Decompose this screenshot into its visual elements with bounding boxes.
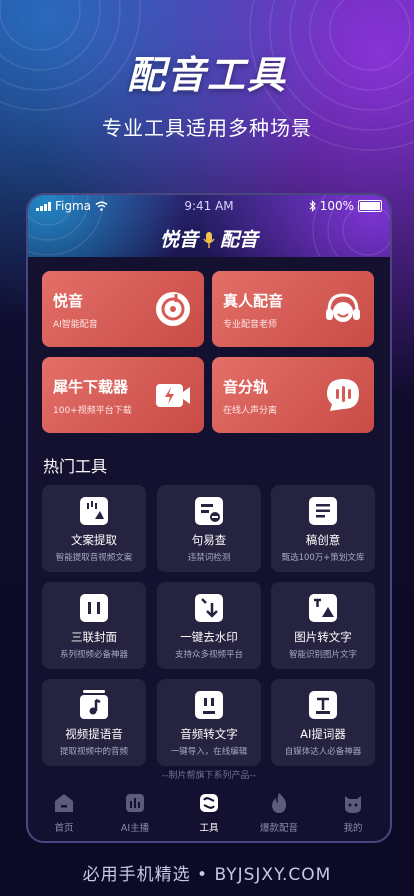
disc-icon <box>156 292 190 326</box>
card-title: 悦音 <box>53 292 84 310</box>
footer-note: --制片帮旗下系列产品-- <box>162 771 256 781</box>
tool-subtitle: 自媒体达人必备神器 <box>284 747 362 757</box>
card-subtitle: 专业配音老师 <box>223 320 278 330</box>
status-bar: Figma 9:41 AM 100% <box>28 195 390 217</box>
tool-subtitle: 提取视频中的音频 <box>59 747 128 757</box>
tab-label: AI主播 <box>120 823 150 834</box>
battery-percent: 100% <box>319 199 354 213</box>
feature-card-yueyin[interactable]: 悦音 AI智能配音 <box>42 271 204 347</box>
tool-title: 文案提取 <box>71 533 117 547</box>
bluetooth-icon <box>309 200 316 212</box>
triple-cover-icon <box>80 594 108 622</box>
headset-icon <box>326 293 360 322</box>
tools-icon <box>200 794 218 812</box>
tool-subtitle: 甄选100万+策划文库 <box>281 553 365 563</box>
tool-subtitle: 支持众多视频平台 <box>174 650 243 660</box>
phone-frame: Figma 9:41 AM 100% 悦音 配音 悦音 AI智能配音 真人配音 专… <box>26 193 392 843</box>
feature-card-human-voice[interactable]: 真人配音 专业配音老师 <box>212 271 374 347</box>
feature-card-downloader[interactable]: 犀牛下载器 100+视频平台下载 <box>42 357 204 433</box>
logo-text-left: 悦音 <box>159 229 198 251</box>
tool-title: 句易查 <box>191 533 227 547</box>
profile-icon <box>345 796 361 813</box>
tool-subtitle: 系列视频必备神器 <box>59 650 128 660</box>
tool-subtitle: 一键导入，在线编辑 <box>170 747 248 757</box>
logo-text-right: 配音 <box>220 229 259 251</box>
tool-title: 视频提语音 <box>65 727 123 741</box>
hero-title: 配音工具 <box>126 53 287 97</box>
bottom-watermark: 必用手机精选 • BYJSJXY.COM <box>82 865 332 885</box>
tool-title: 一键去水印 <box>180 630 238 644</box>
tool-draft-ideas[interactable]: 稿创意 甄选100万+策划文库 <box>271 485 375 572</box>
tool-video-to-audio[interactable]: 视频提语音 提取视频中的音频 <box>42 679 146 766</box>
remove-watermark-icon <box>195 594 223 622</box>
tool-subtitle: 智能识别图片文字 <box>288 650 357 660</box>
tab-ai-anchor[interactable]: AI主播 <box>105 785 165 837</box>
tab-label: 首页 <box>54 823 74 834</box>
tab-home[interactable]: 首页 <box>34 785 94 837</box>
tool-triple-cover[interactable]: 三联封面 系列视频必备神器 <box>42 582 146 669</box>
battery-icon <box>358 200 382 212</box>
tool-title: 图片转文字 <box>294 630 352 644</box>
tool-title: AI提词器 <box>300 727 346 741</box>
tool-text-extract[interactable]: 文案提取 智能提取音视频文案 <box>42 485 146 572</box>
tab-bar: 首页 AI主播 工具 爆款配音 我的 <box>28 785 390 841</box>
tool-subtitle: 智能提取音视频文案 <box>55 553 133 563</box>
tab-label: 爆款配音 <box>259 823 298 834</box>
voice-chat-icon <box>327 379 359 411</box>
teleprompter-icon <box>309 691 337 719</box>
home-icon <box>55 794 73 812</box>
card-subtitle: AI智能配音 <box>53 320 98 330</box>
audio-to-text-icon <box>195 691 223 719</box>
tab-profile[interactable]: 我的 <box>323 785 383 837</box>
tab-label: 工具 <box>199 823 219 834</box>
flame-icon <box>272 793 287 813</box>
document-icon <box>309 497 337 525</box>
feature-card-track-split[interactable]: 音分轨 在线人声分离 <box>212 357 374 433</box>
card-subtitle: 在线人声分离 <box>223 406 278 416</box>
text-extract-icon <box>80 497 108 525</box>
tool-subtitle: 违禁词检测 <box>187 553 231 563</box>
video-bolt-icon <box>156 384 190 407</box>
tool-title: 三联封面 <box>71 630 117 644</box>
tool-remove-watermark[interactable]: 一键去水印 支持众多视频平台 <box>157 582 261 669</box>
tool-image-to-text[interactable]: 图片转文字 智能识别图片文字 <box>271 582 375 669</box>
microphone-icon <box>203 232 215 248</box>
tab-label: 我的 <box>343 823 363 834</box>
tool-title: 稿创意 <box>305 533 341 547</box>
tool-sentence-check[interactable]: 句易查 违禁词检测 <box>157 485 261 572</box>
app-header: Figma 9:41 AM 100% 悦音 配音 <box>28 195 390 257</box>
tool-audio-to-text[interactable]: 音频转文字 一键导入，在线编辑 <box>157 679 261 766</box>
card-title: 音分轨 <box>223 378 269 396</box>
card-subtitle: 100+视频平台下载 <box>53 406 132 416</box>
section-title-hot-tools: 热门工具 <box>43 457 108 476</box>
tab-tools[interactable]: 工具 <box>179 785 239 837</box>
app-logo: 悦音 配音 <box>28 225 390 252</box>
card-title: 犀牛下载器 <box>53 378 129 396</box>
card-title: 真人配音 <box>223 292 284 310</box>
hero-subtitle: 专业工具适用多种场景 <box>102 116 312 140</box>
tool-ai-teleprompter[interactable]: AI提词器 自媒体达人必备神器 <box>271 679 375 766</box>
tool-title: 音频转文字 <box>180 727 238 741</box>
sentence-check-icon <box>195 497 223 525</box>
music-note-icon <box>80 690 108 719</box>
image-to-text-icon <box>309 594 337 622</box>
tab-hot-voice[interactable]: 爆款配音 <box>249 785 309 837</box>
chart-icon <box>126 794 144 812</box>
